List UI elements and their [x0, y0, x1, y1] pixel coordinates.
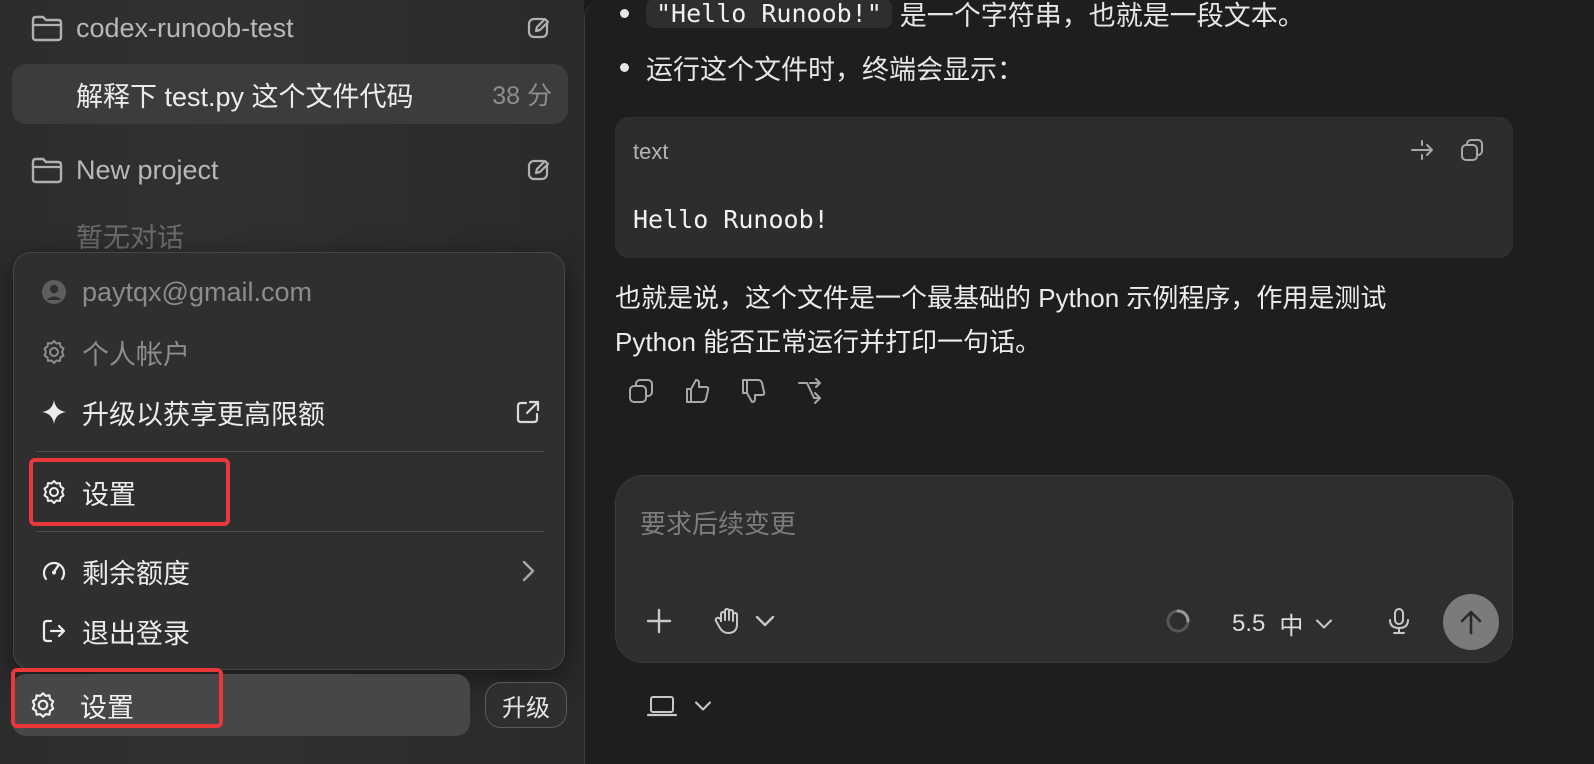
environment-selector[interactable]: [646, 692, 716, 720]
sparkle-icon: [42, 400, 66, 424]
menu-account[interactable]: 个人帐户: [14, 326, 566, 378]
code-content: Hello Runoob!: [633, 205, 829, 234]
response-paragraph: 也就是说，这个文件是一个最基础的 Python 示例程序，作用是测试 Pytho…: [615, 276, 1475, 364]
user-circle-icon: [42, 280, 66, 304]
conversation-title: 解释下 test.py 这个文件代码: [76, 81, 414, 112]
hand-icon[interactable]: [712, 606, 742, 636]
menu-email: paytqx@gmail.com: [14, 266, 566, 318]
model-name: 5.5: [1232, 609, 1266, 637]
bullet-text: 是一个字符串，也就是一段文本。: [899, 1, 1305, 31]
copy-icon[interactable]: [626, 376, 656, 406]
menu-quota-label: 剩余额度: [82, 558, 190, 589]
menu-upgrade-label: 升级以获享更高限额: [82, 399, 325, 430]
conversation-time: 38 分: [492, 82, 552, 110]
composer: 要求后续变更 5.5 中: [615, 475, 1513, 663]
account-menu: paytqx@gmail.com 个人帐户 升级以获享更高限额 设置 剩余额度 …: [13, 252, 565, 670]
new-chat-icon[interactable]: [526, 157, 552, 183]
project-name: codex-runoob-test: [76, 12, 294, 43]
project-new-project[interactable]: New project: [12, 142, 568, 198]
thumbs-up-icon[interactable]: [682, 376, 712, 406]
settings-button[interactable]: 设置: [12, 674, 470, 736]
project-name: New project: [76, 154, 219, 185]
menu-settings-label: 设置: [82, 479, 136, 510]
menu-email-label: paytqx@gmail.com: [82, 276, 312, 307]
bullet-item: "Hello Runoob!" 是一个字符串，也就是一段文本。: [620, 0, 1305, 33]
menu-quota[interactable]: 剩余额度: [14, 545, 566, 597]
menu-logout[interactable]: 退出登录: [14, 605, 566, 657]
menu-logout-label: 退出登录: [82, 618, 190, 649]
conversation-item[interactable]: 解释下 test.py 这个文件代码 38 分: [12, 64, 568, 124]
gear-icon: [31, 692, 55, 718]
microphone-icon[interactable]: [1384, 606, 1414, 636]
chevron-down-icon: [695, 701, 711, 711]
code-block: text Hello Runoob!: [615, 117, 1513, 258]
external-link-icon: [516, 400, 540, 424]
copy-icon[interactable]: [1459, 137, 1485, 163]
project-codex-runoob-test[interactable]: codex-runoob-test: [12, 0, 568, 56]
menu-separator: [36, 451, 544, 452]
arrow-up-icon: [1460, 610, 1482, 635]
laptop-icon: [646, 696, 678, 717]
upgrade-button[interactable]: 升级: [485, 682, 567, 728]
new-chat-icon[interactable]: [526, 15, 552, 41]
folder-icon: [31, 157, 63, 184]
bullet-dot: [620, 9, 629, 18]
thumbs-down-icon[interactable]: [738, 376, 768, 406]
code-language: text: [633, 139, 669, 164]
paragraph-line: 也就是说，这个文件是一个最基础的 Python 示例程序，作用是测试: [615, 283, 1387, 313]
wrap-icon[interactable]: [1409, 137, 1435, 163]
gear-icon: [43, 340, 65, 364]
logout-icon: [42, 619, 66, 643]
chevron-down-icon[interactable]: [750, 606, 780, 636]
bullet-dot: [620, 63, 629, 72]
chevron-down-icon: [1316, 618, 1333, 629]
empty-conversations-note: 暂无对话: [76, 223, 184, 253]
model-selector[interactable]: 5.5 中: [1232, 606, 1337, 641]
loading-spinner-icon: [1166, 609, 1190, 633]
share-icon[interactable]: [794, 376, 824, 406]
menu-account-label: 个人帐户: [82, 339, 190, 370]
chevron-right-icon: [522, 560, 535, 582]
message-actions: [626, 376, 824, 406]
menu-settings[interactable]: 设置: [14, 466, 566, 518]
folder-icon: [31, 15, 63, 42]
composer-input[interactable]: 要求后续变更: [640, 504, 796, 541]
gear-icon: [43, 480, 65, 504]
gauge-icon: [42, 561, 66, 581]
plus-icon[interactable]: [644, 606, 674, 636]
menu-upgrade[interactable]: 升级以获享更高限额: [14, 386, 566, 438]
paragraph-line: Python 能否正常运行并打印一句话。: [615, 327, 1042, 357]
inline-code: "Hello Runoob!": [646, 0, 892, 28]
bullet-item: 运行这个文件时，终端会显示：: [620, 48, 1024, 87]
menu-separator: [36, 531, 544, 532]
bullet-text: 运行这个文件时，终端会显示：: [646, 55, 1024, 85]
send-button[interactable]: [1443, 594, 1499, 650]
settings-button-label: 设置: [80, 692, 134, 723]
reasoning-effort: 中: [1279, 613, 1304, 640]
